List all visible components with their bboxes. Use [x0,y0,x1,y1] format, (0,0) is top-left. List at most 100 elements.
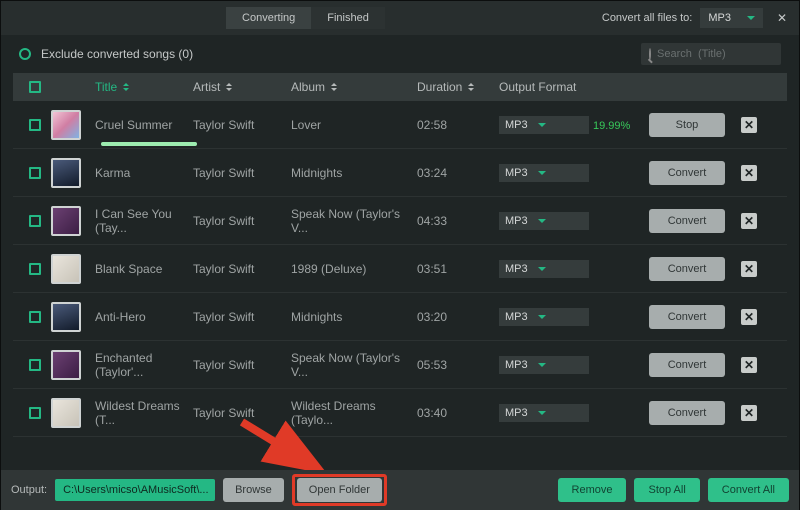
track-title: Anti-Hero [95,310,193,324]
remove-row-button[interactable]: ✕ [741,165,757,181]
tab-finished[interactable]: Finished [311,7,385,29]
search-box[interactable] [641,43,781,65]
track-duration: 03:20 [417,310,489,324]
track-album: Midnights [291,310,417,324]
row-format-select[interactable]: MP3 [499,308,589,326]
exclude-converted-toggle[interactable]: Exclude converted songs (0) [19,47,193,61]
column-artist-label: Artist [193,80,220,94]
progress-percent: 19.99% [593,120,630,132]
track-artist: Taylor Swift [193,310,291,324]
album-art [51,302,81,332]
row-format-value: MP3 [505,167,528,179]
track-title: Enchanted (Taylor'... [95,351,193,379]
global-format-select[interactable]: MP3 [700,8,763,28]
output-path-field[interactable]: C:\Users\micso\AMusicSoft\... [55,479,215,501]
row-format-select[interactable]: MP3 [499,260,589,278]
table-header: Title Artist Album Duration Output Forma… [13,73,787,101]
remove-row-button[interactable]: ✕ [741,213,757,229]
row-format-value: MP3 [505,119,528,131]
convert-all-button[interactable]: Convert All [708,478,789,502]
remove-button[interactable]: Remove [558,478,627,502]
row-format-select[interactable]: MP3 [499,212,589,230]
table-row: Cruel Summer Taylor Swift Lover 02:58 MP… [13,101,787,149]
track-artist: Taylor Swift [193,262,291,276]
track-title: Blank Space [95,262,193,276]
track-duration: 04:33 [417,214,489,228]
track-duration: 02:58 [417,118,489,132]
track-duration: 03:51 [417,262,489,276]
annotation-highlight: Open Folder [292,474,387,506]
track-artist: Taylor Swift [193,214,291,228]
chevron-down-icon [747,16,755,20]
remove-row-button[interactable]: ✕ [741,405,757,421]
track-artist: Taylor Swift [193,406,291,420]
chevron-down-icon [538,267,546,271]
convert-all-to-label: Convert all files to: [602,12,692,24]
convert-button[interactable]: Convert [649,209,725,233]
row-format-value: MP3 [505,359,528,371]
track-album: Lover [291,118,417,132]
open-folder-button[interactable]: Open Folder [297,478,382,502]
track-album: Wildest Dreams (Taylo... [291,399,417,427]
column-duration[interactable]: Duration [417,80,489,94]
column-album[interactable]: Album [291,80,417,94]
album-art [51,158,81,188]
row-checkbox[interactable] [29,359,41,371]
remove-row-button[interactable]: ✕ [741,261,757,277]
track-album: 1989 (Deluxe) [291,262,417,276]
table-row: Enchanted (Taylor'... Taylor Swift Speak… [13,341,787,389]
row-checkbox[interactable] [29,167,41,179]
column-artist[interactable]: Artist [193,80,291,94]
column-album-label: Album [291,80,325,94]
remove-row-button[interactable]: ✕ [741,117,757,133]
chevron-down-icon [538,363,546,367]
remove-row-button[interactable]: ✕ [741,309,757,325]
row-checkbox[interactable] [29,311,41,323]
sort-icon [331,83,337,91]
sub-header: Exclude converted songs (0) [1,35,799,73]
column-title[interactable]: Title [95,80,193,94]
convert-all-to: Convert all files to: MP3 [602,8,763,28]
album-art [51,398,81,428]
output-label: Output: [11,484,47,496]
row-format-select[interactable]: MP3 [499,116,589,134]
row-format-select[interactable]: MP3 [499,164,589,182]
track-artist: Taylor Swift [193,118,291,132]
browse-button[interactable]: Browse [223,478,284,502]
chevron-down-icon [538,219,546,223]
album-art [51,254,81,284]
row-checkbox[interactable] [29,119,41,131]
tab-converting[interactable]: Converting [226,7,311,29]
row-checkbox[interactable] [29,215,41,227]
track-duration: 03:24 [417,166,489,180]
stop-button[interactable]: Stop [649,113,725,137]
chevron-down-icon [538,123,546,127]
convert-button[interactable]: Convert [649,401,725,425]
chevron-down-icon [538,315,546,319]
row-format-value: MP3 [505,215,528,227]
track-album: Midnights [291,166,417,180]
convert-button[interactable]: Convert [649,161,725,185]
top-bar: Converting Finished Convert all files to… [1,1,799,35]
remove-row-button[interactable]: ✕ [741,357,757,373]
global-format-value: MP3 [708,12,731,24]
row-checkbox[interactable] [29,407,41,419]
column-title-label: Title [95,80,117,94]
close-icon[interactable]: ✕ [773,9,791,27]
search-input[interactable] [657,48,799,60]
album-art [51,206,81,236]
exclude-label: Exclude converted songs (0) [41,47,193,61]
stop-all-button[interactable]: Stop All [634,478,699,502]
convert-button[interactable]: Convert [649,257,725,281]
sort-icon [123,83,129,91]
track-list: Cruel Summer Taylor Swift Lover 02:58 MP… [13,101,787,437]
row-format-select[interactable]: MP3 [499,404,589,422]
convert-button[interactable]: Convert [649,353,725,377]
row-checkbox[interactable] [29,263,41,275]
row-format-select[interactable]: MP3 [499,356,589,374]
select-all-checkbox[interactable] [29,81,41,93]
table-row: Blank Space Taylor Swift 1989 (Deluxe) 0… [13,245,787,293]
track-artist: Taylor Swift [193,166,291,180]
track-duration: 03:40 [417,406,489,420]
convert-button[interactable]: Convert [649,305,725,329]
